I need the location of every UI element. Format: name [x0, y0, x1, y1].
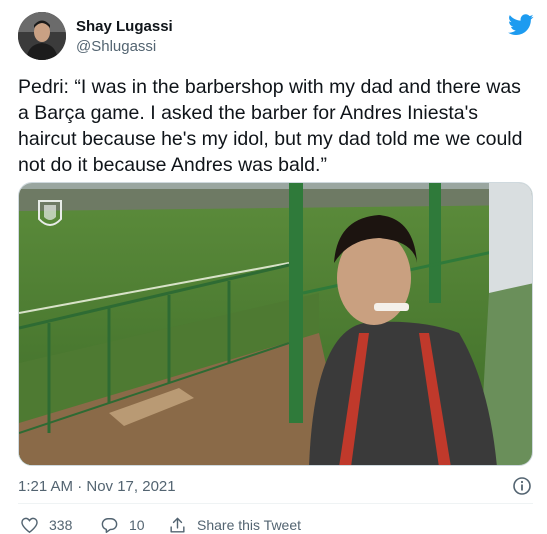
- avatar[interactable]: [18, 12, 66, 60]
- video-still: [19, 183, 532, 465]
- share-button[interactable]: Share this Tweet: [168, 515, 301, 534]
- author-name[interactable]: Shay Lugassi: [76, 18, 173, 35]
- like-count: 338: [49, 517, 73, 533]
- tweet-card: Shay Lugassi @Shlugassi Pedri: “I was in…: [0, 0, 547, 534]
- reply-icon: [101, 517, 118, 533]
- share-icon: [170, 517, 185, 533]
- tweet-text: Pedri: “I was in the barbershop with my …: [18, 76, 523, 176]
- tweet-media[interactable]: [18, 182, 533, 466]
- twitter-bird-icon[interactable]: [508, 14, 534, 36]
- timestamp[interactable]: 1:21 AM · Nov 17, 2021: [18, 478, 176, 495]
- share-label: Share this Tweet: [197, 517, 302, 533]
- heart-icon: [21, 517, 38, 533]
- like-button[interactable]: 338: [20, 515, 72, 534]
- divider: [18, 503, 533, 504]
- author-handle[interactable]: @Shlugassi: [76, 38, 156, 55]
- reply-button[interactable]: 10: [100, 515, 145, 534]
- reply-count: 10: [129, 517, 145, 533]
- info-icon[interactable]: [512, 476, 532, 496]
